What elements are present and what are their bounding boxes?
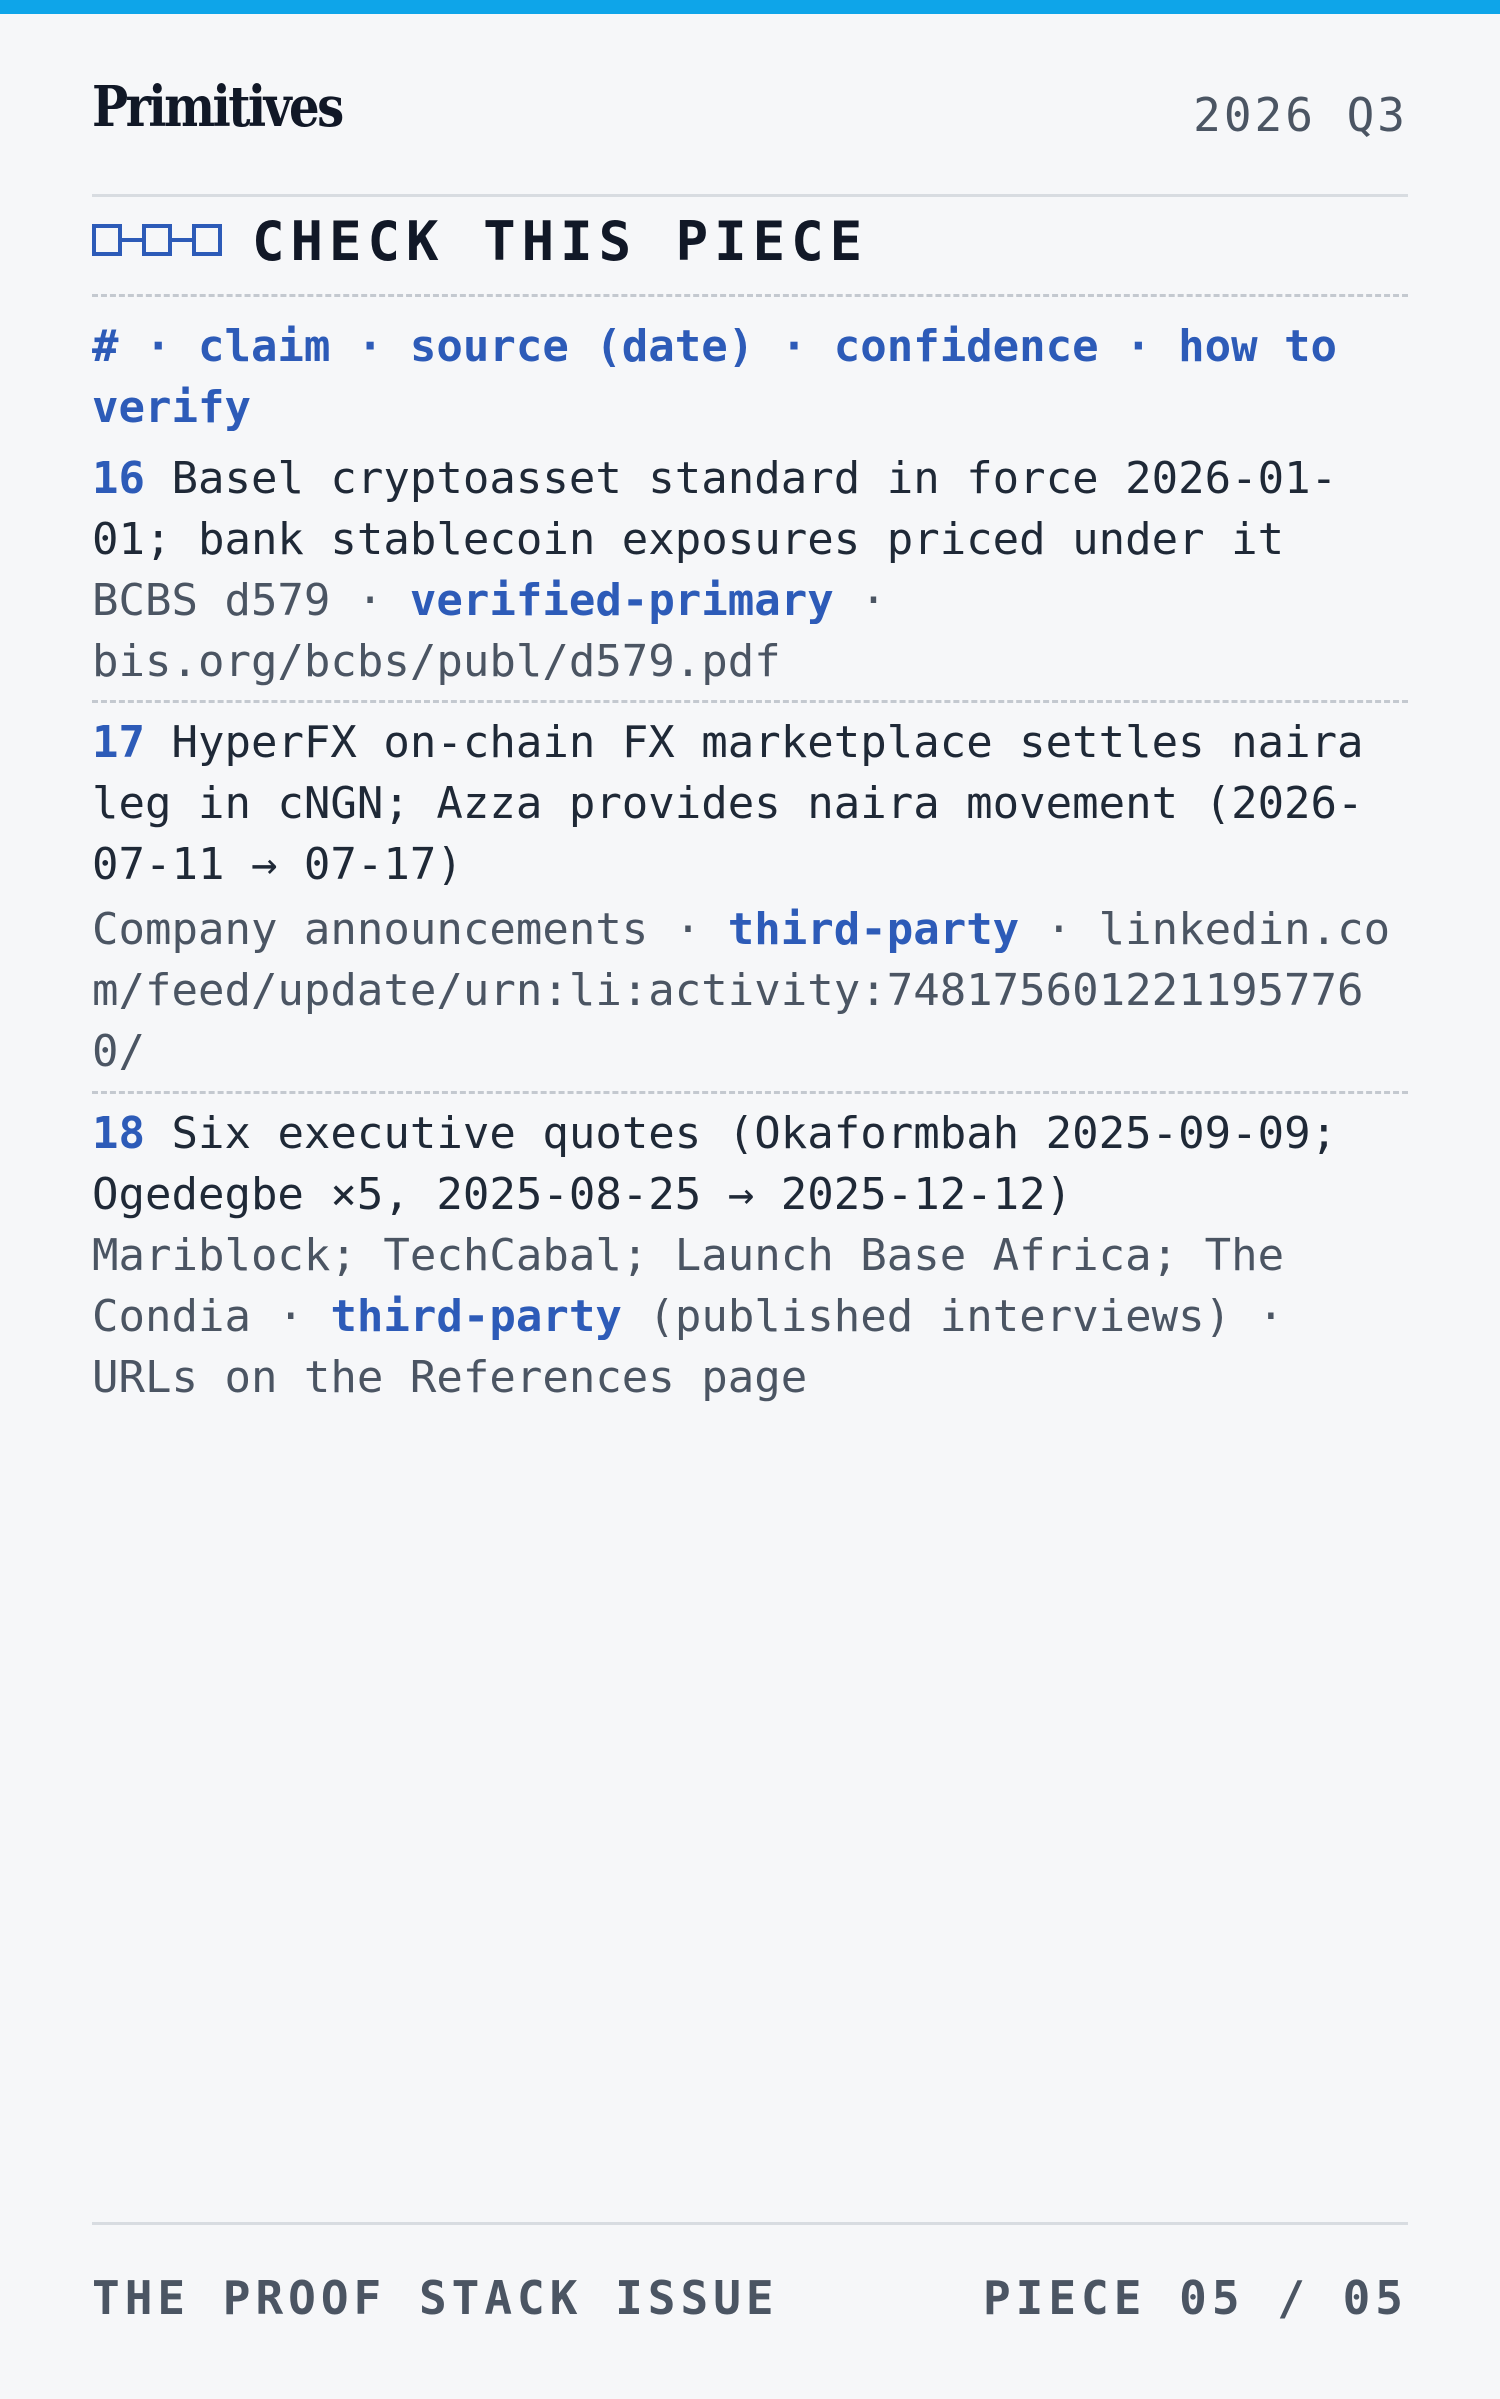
- entry-divider: [92, 700, 1408, 703]
- verify-link[interactable]: bis.org/bcbs/publ/d579.pdf: [92, 636, 781, 687]
- entry-divider: [92, 1091, 1408, 1094]
- claim-number: 17: [92, 717, 145, 768]
- source-line: Company announcements · third-party · li…: [92, 904, 1391, 1077]
- claim-number: 18: [92, 1108, 145, 1159]
- claim-number: 16: [92, 453, 145, 504]
- brand-logo[interactable]: Primitives: [92, 74, 344, 140]
- source-line: BCBS d579 · verified-primary · bis.org/b…: [92, 575, 887, 687]
- chain-links-icon: [92, 224, 222, 256]
- column-legend: # · claim · source (date) · confidence ·…: [92, 321, 1338, 433]
- page-footer: THE PROOF STACK ISSUE PIECE 05 / 05: [92, 2222, 1408, 2325]
- claim-line: 17 HyperFX on-chain FX marketplace settl…: [92, 712, 1408, 895]
- claim-line: 18 Six executive quotes (Okaformbah 2025…: [92, 1103, 1408, 1225]
- issue-name: THE PROOF STACK ISSUE: [92, 2271, 779, 2325]
- source-name: BCBS d579: [92, 575, 331, 626]
- claim-entry-18: 18 Six executive quotes (Okaformbah 2025…: [92, 1103, 1408, 1408]
- claim-text: Six executive quotes (Okaformbah 2025-09…: [92, 1108, 1338, 1220]
- claim-entry-16: 16 Basel cryptoasset standard in force 2…: [92, 448, 1408, 692]
- claim-entry-17: 17 HyperFX on-chain FX marketplace settl…: [92, 712, 1408, 1082]
- confidence-note: (published interviews): [648, 1291, 1232, 1342]
- claim-line: 16 Basel cryptoasset standard in force 2…: [92, 448, 1408, 570]
- confidence-badge: verified-primary: [409, 575, 834, 626]
- verify-note: URLs on the References page: [92, 1352, 808, 1403]
- section-title: CHECK THIS PIECE: [252, 210, 869, 273]
- page-header: Primitives 2026 Q3: [92, 64, 1408, 197]
- source-line: Mariblock; TechCabal; Launch Base Africa…: [92, 1230, 1285, 1403]
- claim-text: Basel cryptoasset standard in force 2026…: [92, 453, 1338, 565]
- top-accent-bar: [0, 0, 1500, 14]
- issue-date: 2026 Q3: [1193, 88, 1408, 142]
- confidence-badge: third-party: [727, 904, 1020, 955]
- confidence-badge: third-party: [330, 1291, 622, 1342]
- piece-counter: PIECE 05 / 05: [982, 2271, 1408, 2325]
- section-heading: CHECK THIS PIECE: [92, 200, 1408, 297]
- source-name: Company announcements: [92, 904, 649, 955]
- claim-text: HyperFX on-chain FX marketplace settles …: [92, 717, 1364, 890]
